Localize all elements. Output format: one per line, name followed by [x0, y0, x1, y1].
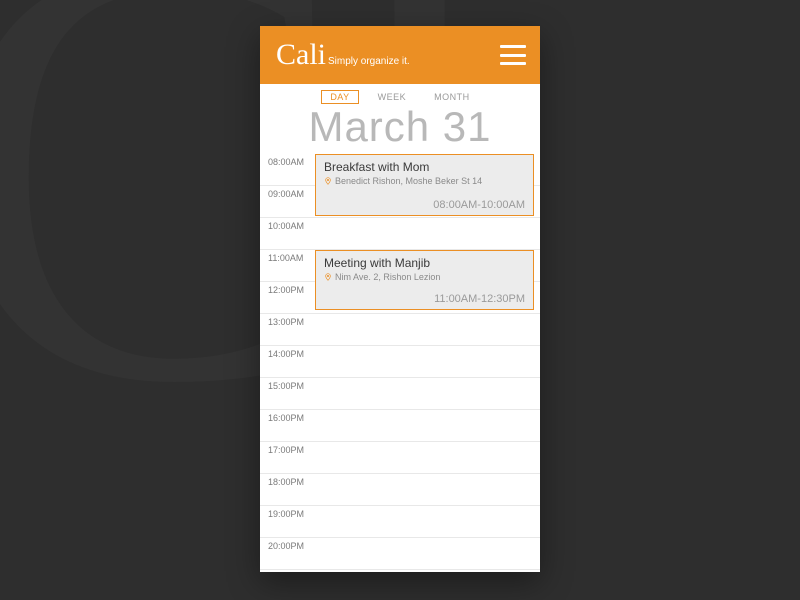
event-card[interactable]: Breakfast with Mom Benedict Rishon, Mosh… [315, 154, 534, 216]
hour-row: 17:00PM [260, 442, 540, 474]
location-pin-icon [324, 176, 332, 186]
event-card[interactable]: Meeting with Manjib Nim Ave. 2, Rishon L… [315, 250, 534, 310]
tab-month[interactable]: MONTH [425, 90, 479, 104]
brand-logo: Cali [276, 40, 326, 70]
app-header: Cali Simply organize it. [260, 26, 540, 84]
tagline: Simply organize it. [328, 56, 410, 67]
schedule-grid[interactable]: 08:00AM 09:00AM 10:00AM 11:00AM 12:00PM … [260, 154, 540, 572]
hour-row: 20:00PM [260, 538, 540, 570]
event-location-text: Benedict Rishon, Moshe Beker St 14 [335, 176, 482, 186]
event-title: Breakfast with Mom [324, 160, 525, 174]
event-time: 11:00AM-12:30PM [324, 293, 525, 305]
tab-week[interactable]: WEEK [369, 90, 416, 104]
hour-row: 15:00PM [260, 378, 540, 410]
hour-row: 19:00PM [260, 506, 540, 538]
event-location: Benedict Rishon, Moshe Beker St 14 [324, 176, 525, 186]
event-time: 08:00AM-10:00AM [324, 199, 525, 211]
event-location: Nim Ave. 2, Rishon Lezion [324, 272, 525, 282]
event-location-text: Nim Ave. 2, Rishon Lezion [335, 272, 440, 282]
app-frame: Cali Simply organize it. DAY WEEK MONTH … [260, 26, 540, 572]
menu-icon[interactable] [500, 45, 526, 65]
location-pin-icon [324, 272, 332, 282]
hour-row: 14:00PM [260, 346, 540, 378]
tab-day[interactable]: DAY [321, 90, 358, 104]
hour-row: 10:00AM [260, 218, 540, 250]
hour-row: 18:00PM [260, 474, 540, 506]
hour-row: 13:00PM [260, 314, 540, 346]
date-title: March 31 [260, 106, 540, 154]
event-title: Meeting with Manjib [324, 256, 525, 270]
hour-row: 16:00PM [260, 410, 540, 442]
